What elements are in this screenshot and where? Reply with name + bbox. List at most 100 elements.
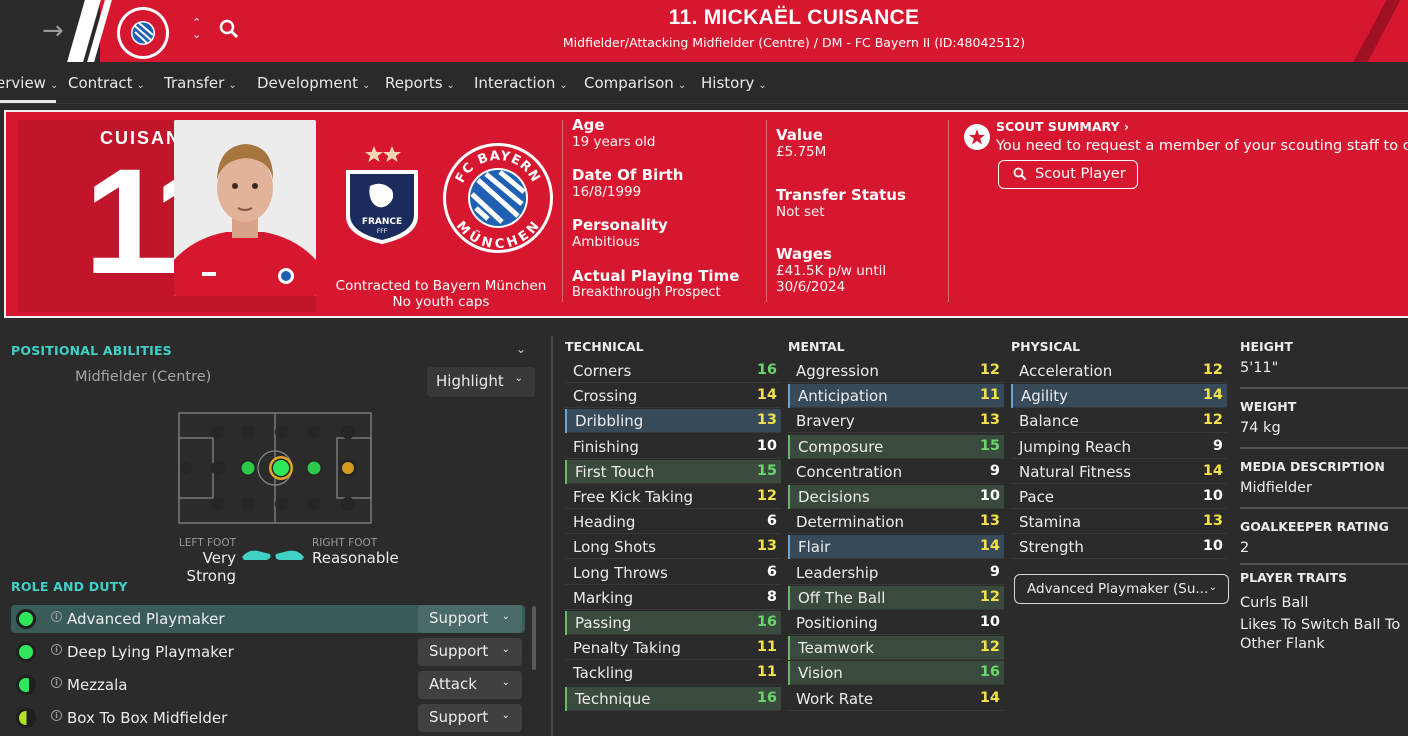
attribute-row[interactable]: Agility 14 [1011,384,1227,409]
info-icon[interactable]: i [51,611,62,622]
attribute-name: Teamwork [798,639,874,658]
attribute-row[interactable]: Composure 15 [788,434,1004,459]
chevron-down-icon: ⌄ [361,80,371,91]
attribute-row[interactable]: Concentration 9 [788,460,1004,484]
attribute-name: Acceleration [1019,362,1113,380]
row-divider [567,432,781,434]
attribute-row[interactable]: Marking 8 [565,586,781,610]
attribute-value: 13 [756,538,777,555]
boots-icon [240,545,306,567]
attribute-value: 12 [979,362,1000,378]
attribute-row[interactable]: Strength 10 [1011,535,1227,560]
role-row[interactable]: i Deep Lying Playmaker Support ⌄ [11,638,525,666]
scout-player-button[interactable]: Scout Player [998,160,1138,189]
attribute-row[interactable]: Tackling 11 [565,661,781,686]
attribute-row[interactable]: Finishing 10 [565,435,781,459]
tab-reports[interactable]: Reports ⌄ [385,74,455,92]
role-name: Deep Lying Playmaker [67,643,234,661]
attribute-value: 13 [979,513,1000,530]
attribute-row[interactable]: Decisions 10 [788,485,1004,509]
attribute-row[interactable]: Jumping Reach 9 [1011,435,1227,459]
attribute-row[interactable]: Acceleration 12 [1011,359,1227,383]
pitch-diagram [178,412,372,528]
row-divider [1013,407,1227,409]
chevron-down-icon: ⌄ [49,80,59,91]
attribute-row[interactable]: Long Throws 6 [565,561,781,585]
chevron-down-icon: ⌄ [501,644,510,655]
attribute-row[interactable]: Determination 13 [788,510,1004,535]
scout-summary-link[interactable]: SCOUT SUMMARY › [996,119,1129,134]
attribute-row[interactable]: Stamina 13 [1011,510,1227,535]
role-row[interactable]: i Mezzala Attack ⌄ [11,671,525,699]
duty-dropdown[interactable]: Support ⌄ [418,638,522,666]
attribute-row[interactable]: Aggression 12 [788,359,1004,383]
attribute-row[interactable]: Bravery 13 [788,409,1004,434]
role-row[interactable]: i Box To Box Midfielder Support ⌄ [11,704,525,732]
attribute-row[interactable]: Work Rate 14 [788,687,1004,711]
attribute-row[interactable]: Passing 16 [565,611,781,635]
attribute-row[interactable]: Penalty Taking 11 [565,636,781,661]
attribute-value: 15 [979,437,1000,454]
attribute-row[interactable]: Crossing 14 [565,384,781,409]
attribute-row[interactable]: Off The Ball 12 [788,585,1004,610]
row-divider [790,608,1004,610]
info-icon[interactable]: i [51,710,62,721]
role-name: Mezzala [67,676,128,694]
divider [766,120,767,302]
attribute-row[interactable]: Vision 16 [788,661,1004,686]
role-list-scrollbar[interactable] [532,606,536,670]
weight-value: 74 kg [1240,420,1281,436]
attribute-row[interactable]: Natural Fitness 14 [1011,460,1227,484]
search-icon [1013,167,1027,185]
attribute-row[interactable]: Pace 10 [1011,485,1227,509]
bayern-badge-icon[interactable]: FC BAYERN MÜNCHEN [442,142,554,258]
tab-history[interactable]: History ⌄ [701,74,767,92]
attribute-row[interactable]: Teamwork 12 [788,636,1004,661]
divider [1240,507,1408,509]
tab-transfer[interactable]: Transfer ⌄ [164,74,237,92]
attribute-row[interactable]: First Touch 15 [565,459,781,484]
chevron-down-icon: ⌄ [1208,582,1217,593]
attribute-row[interactable]: Technique 16 [565,686,781,711]
divider [1240,447,1408,449]
attribute-row[interactable]: Heading 6 [565,510,781,535]
role-row[interactable]: i Advanced Playmaker Support ⌄ [11,605,525,633]
attribute-row[interactable]: Balance 12 [1011,409,1227,434]
trait-item: Curls Ball [1240,595,1309,611]
attribute-row[interactable]: Long Shots 13 [565,535,781,560]
attribute-name: Long Throws [573,563,668,582]
attribute-row[interactable]: Flair 14 [788,535,1004,560]
attribute-row[interactable]: Leadership 9 [788,561,1004,585]
tab-interaction[interactable]: Interaction ⌄ [474,74,568,92]
row-divider [1011,558,1227,560]
duty-dropdown[interactable]: Attack ⌄ [418,671,522,699]
attribute-value: 9 [1212,437,1223,454]
tab-development[interactable]: Development ⌄ [257,74,370,92]
tab-contract[interactable]: Contract ⌄ [68,74,145,92]
info-icon[interactable]: i [51,644,62,655]
row-divider [788,634,1004,635]
attribute-value: 13 [756,412,777,429]
highlight-dropdown[interactable]: Highlight ⌄ [427,367,535,397]
attribute-row[interactable]: Dribbling 13 [565,409,781,434]
row-divider [567,482,781,484]
tab-overview[interactable]: erview ⌄ [0,74,58,92]
attribute-row[interactable]: Corners 16 [565,359,781,383]
tab-comparison[interactable]: Comparison ⌄ [584,74,686,92]
duty-dropdown[interactable]: Support ⌄ [418,704,522,732]
player-photo[interactable] [174,120,316,296]
info-icon[interactable]: i [51,677,62,688]
attribute-row[interactable]: Positioning 10 [788,611,1004,635]
role-select-dropdown[interactable]: Advanced Playmaker (Su... ⌄ [1014,574,1229,604]
france-badge-icon[interactable]: FRANCE FFF [342,142,422,250]
attribute-row[interactable]: Free Kick Taking 12 [565,485,781,509]
attribute-value: 10 [979,488,1000,504]
duty-dropdown[interactable]: Support ⌄ [418,605,522,633]
attribute-value: 12 [1202,362,1223,378]
chevron-down-icon[interactable]: ⌄ [516,342,526,356]
attribute-value: 14 [1202,462,1223,479]
info-value: 19 years old [572,134,656,150]
attribute-value: 13 [979,412,1000,429]
attribute-value: 10 [979,614,1000,630]
attribute-row[interactable]: Anticipation 11 [788,384,1004,409]
